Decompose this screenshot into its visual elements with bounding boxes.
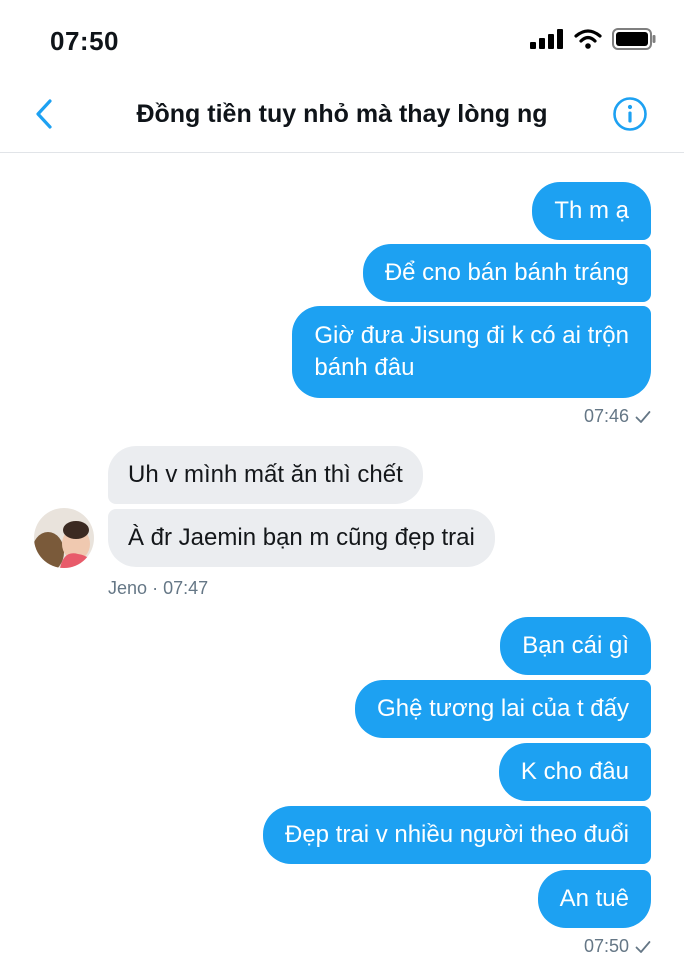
message-text: K cho đâu — [520, 758, 629, 785]
message-text: An tuê — [559, 885, 629, 912]
outgoing-message[interactable]: Giờ đưa Jisung đi k có ai trộn bánh đâu — [292, 306, 651, 398]
outgoing-message[interactable]: Ghệ tương lai của t đấy — [355, 680, 651, 738]
message-text: Để cno bán bánh tráng — [384, 259, 629, 286]
message-text: Th m ạ — [554, 197, 629, 224]
message-timestamp: 07:50 — [584, 936, 651, 957]
message-text: Uh v mình mất ăn thì chết — [128, 461, 403, 488]
outgoing-message[interactable]: Đẹp trai v nhiều người theo đuổi — [262, 806, 651, 864]
message-text: Bạn cái gì — [522, 632, 629, 659]
avatar[interactable] — [34, 508, 94, 568]
message-text-line: bánh đâu — [314, 354, 415, 381]
message-text: Đẹp trai v nhiều người theo đuổi — [284, 821, 629, 848]
sender-name: Jeno — [108, 578, 148, 598]
message-text: Ghệ tương lai của t đấy — [377, 695, 629, 722]
info-icon[interactable] — [612, 96, 648, 132]
incoming-message[interactable]: À đr Jaemin bạn m cũng đẹp trai — [108, 509, 495, 567]
conversation-title: Đồng tiền tuy nhỏ mà thay lòng ng — [136, 100, 548, 128]
check-icon — [635, 940, 651, 953]
signal-icon — [530, 29, 563, 49]
check-icon — [635, 410, 651, 423]
message-timestamp: 07:46 — [584, 406, 651, 427]
message-sender-meta: Jeno · 07:47 — [108, 578, 208, 599]
battery-icon — [612, 28, 656, 50]
conversation-header: Đồng tiền tuy nhỏ mà thay lòng ng — [0, 80, 684, 153]
outgoing-message[interactable]: Để cno bán bánh tráng — [362, 244, 651, 302]
meta-separator: · — [152, 578, 159, 598]
outgoing-message[interactable]: K cho đâu — [498, 743, 651, 801]
status-bar: 07:50 — [0, 0, 684, 80]
status-icons — [530, 28, 656, 50]
message-timestamp: 07:47 — [163, 578, 209, 598]
avatar-image — [34, 508, 94, 568]
status-time: 07:50 — [50, 26, 119, 56]
incoming-message[interactable]: Uh v mình mất ăn thì chết — [108, 446, 423, 504]
outgoing-message[interactable]: Bạn cái gì — [500, 617, 651, 675]
message-text: À đr Jaemin bạn m cũng đẹp trai — [128, 524, 475, 551]
outgoing-message[interactable]: Th m ạ — [532, 182, 651, 240]
wifi-icon — [574, 29, 602, 49]
outgoing-message[interactable]: An tuê — [537, 870, 651, 928]
message-text-line: Giờ đưa Jisung đi k có ai trộn — [314, 322, 629, 349]
